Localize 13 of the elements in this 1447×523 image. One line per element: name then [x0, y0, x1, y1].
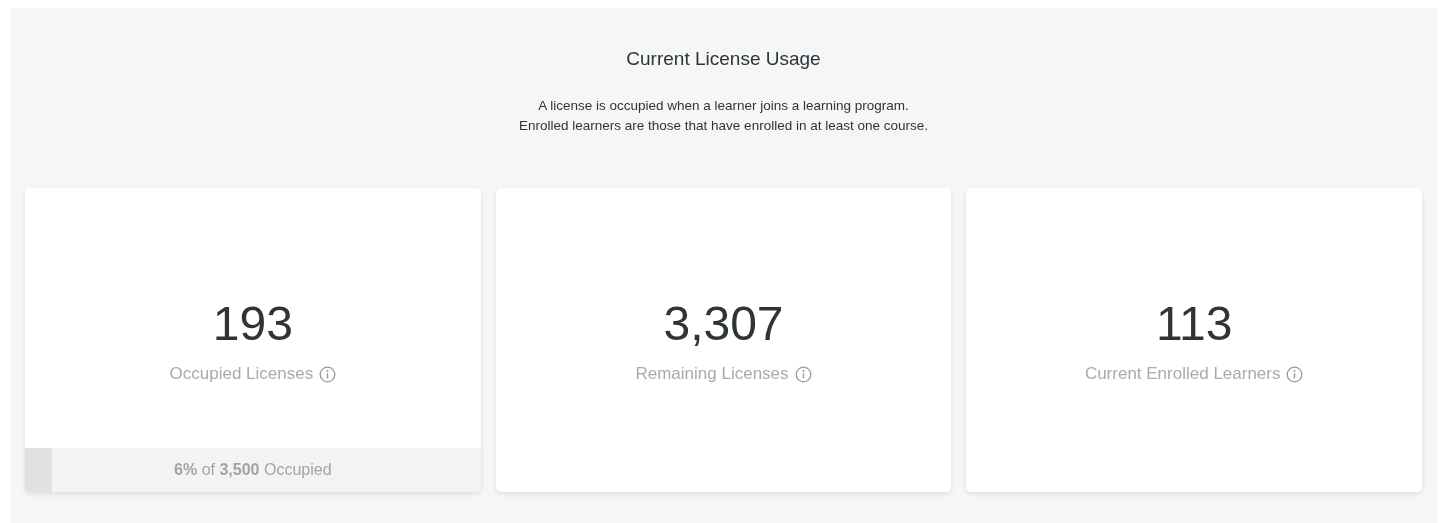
stat-value: 3,307 [663, 296, 784, 352]
stat-label: Current Enrolled Learners [1084, 364, 1281, 384]
description-text: A license is occupied when a learner joins a learning program. [538, 97, 909, 115]
stat-label: Occupied Licenses [169, 364, 314, 384]
stat-label: Remaining Licenses [635, 364, 789, 384]
info-icon[interactable] [319, 365, 337, 383]
stat-value: 193 [212, 296, 293, 352]
info-icon[interactable] [794, 365, 812, 383]
description-text: Enrolled learners are those that have enrolled in at least one course. [519, 117, 928, 135]
section-title: Current License Usage [626, 48, 821, 70]
info-icon[interactable] [1286, 365, 1304, 383]
usage-text: 6% of 3,500 Occupied [174, 461, 332, 479]
stat-value: 113 [1155, 296, 1233, 352]
